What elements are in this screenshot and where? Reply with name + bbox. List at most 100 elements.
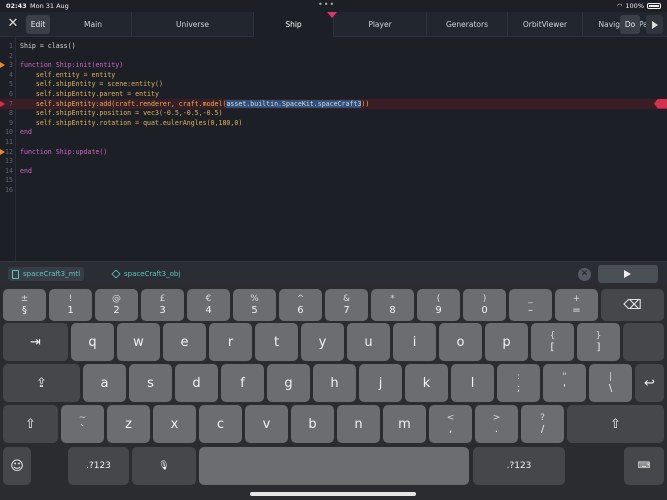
code-line[interactable]: 9 self.shipEntity.rotation = quat.eulerA… [0,118,667,128]
breakpoint-marker-icon[interactable] [0,62,5,69]
key-bracket-1[interactable]: }] [577,323,620,361]
key-x[interactable]: x [153,405,196,443]
dictation-key[interactable]: 🎙 [132,447,196,485]
tab-universe[interactable]: Universe [132,12,254,37]
key-glyphs: £3 [159,294,165,316]
do-button[interactable]: Do [620,15,640,34]
key-f[interactable]: f [221,364,264,402]
code-line[interactable]: 16 [0,185,667,195]
key-tilde[interactable]: ~ ` [61,405,104,443]
code-line[interactable]: 12 function Ship:update() [0,147,667,157]
code-line[interactable]: 14 end [0,166,667,176]
key-e[interactable]: e [163,323,206,361]
code-line[interactable]: 3 function Ship:init(entity) [0,60,667,70]
code-line[interactable]: 2 [0,51,667,61]
blank-key[interactable] [623,323,664,361]
numbers-key-left[interactable]: .?123 [68,447,129,485]
key-num-9[interactable]: (9 [417,289,460,321]
tab-ship[interactable]: Ship [254,12,337,37]
key-num-12[interactable]: + = [555,289,598,321]
tab-main[interactable]: Main [55,12,132,37]
key-j[interactable]: j [359,364,402,402]
key-q[interactable]: q [71,323,114,361]
key-b[interactable]: b [291,405,334,443]
clear-icon[interactable]: ✕ [578,268,591,281]
key-z[interactable]: z [107,405,150,443]
code-line[interactable]: 7 self.shipEntity:add(craft.renderer, cr… [0,98,667,109]
tab-orbitviewer[interactable]: OrbitViewer [508,12,583,37]
error-marker-icon[interactable] [654,98,667,109]
key-r[interactable]: r [209,323,252,361]
tab-generators[interactable]: Generators [427,12,508,37]
key-w[interactable]: w [117,323,160,361]
code-line[interactable]: 4 self.entity = entity [0,70,667,80]
backspace-key[interactable]: ⌫ [601,289,664,321]
key-num-1[interactable]: ! 1 [49,289,92,321]
code-editor[interactable]: 1 Ship = class() 2 3 function Ship:init(enti… [0,37,667,261]
key-num-7[interactable]: & 7 [325,289,368,321]
key-num-8[interactable]: * 8 [371,289,414,321]
key-punct-1[interactable]: " ' [543,364,586,402]
key-d[interactable]: d [175,364,218,402]
key-h[interactable]: h [313,364,356,402]
key-y[interactable]: y [301,323,344,361]
key-u[interactable]: u [347,323,390,361]
key-m[interactable]: m [383,405,426,443]
breakpoint-marker-icon[interactable] [0,100,5,107]
key-a[interactable]: a [83,364,126,402]
tab-player[interactable]: Player [334,12,427,37]
key-num-3[interactable]: £3 [141,289,184,321]
key-punct3-1[interactable]: >. [475,405,518,443]
key-punct-2[interactable]: | \ [589,364,632,402]
shift-left-key[interactable]: ⇧ [3,405,58,443]
key-l[interactable]: l [451,364,494,402]
key-g[interactable]: g [267,364,310,402]
key-num-10[interactable]: ) 0 [463,289,506,321]
edit-button[interactable]: Edit [26,15,50,34]
close-icon[interactable]: ✕ [4,15,22,33]
code-line[interactable]: 10 end [0,127,667,137]
key-num-0[interactable]: ± § [3,289,46,321]
multitasking-dots-icon[interactable]: ••• [318,0,335,9]
key-num-11[interactable]: _ – [509,289,552,321]
key-num-5[interactable]: % 5 [233,289,276,321]
key-num-2[interactable]: @2 [95,289,138,321]
key-n[interactable]: n [337,405,380,443]
space-key[interactable] [199,447,469,485]
run-button[interactable] [598,265,658,283]
asset-obj[interactable]: spaceCraft3_obj [108,267,184,281]
key-k[interactable]: k [405,364,448,402]
key-bracket-0[interactable]: {[ [531,323,574,361]
key-punct-0[interactable]: :; [497,364,540,402]
key-v[interactable]: v [245,405,288,443]
key-punct3-0[interactable]: <, [429,405,472,443]
key-num-6[interactable]: ^ 6 [279,289,322,321]
code-line[interactable]: 13 [0,156,667,166]
onscreen-keyboard: ± §! 1 @2 £3 €4% 5 ^ 6 & 7 * 8(9) 0 _ – + = ⌫ ⇥ q w e r t y u i o p{[… [0,285,667,500]
code-line[interactable]: 11 [0,137,667,147]
key-o[interactable]: o [439,323,482,361]
key-p[interactable]: p [485,323,528,361]
tab-key[interactable]: ⇥ [3,323,68,361]
breakpoint-marker-icon[interactable] [0,148,5,155]
code-line[interactable]: 5 self.shipEntity = scene:entity() [0,79,667,89]
emoji-key[interactable]: ☺ [3,447,31,485]
key-i[interactable]: i [393,323,436,361]
key-t[interactable]: t [255,323,298,361]
key-s[interactable]: s [129,364,172,402]
play-icon[interactable] [646,15,663,34]
code-line[interactable]: 8 self.shipEntity.position = vec3(-0.5,-… [0,108,667,118]
code-line[interactable]: 15 [0,175,667,185]
shift-right-key[interactable]: ⇧ [567,405,664,443]
selected-text[interactable]: asset.builtin.SpaceKit.spaceCraft3 [226,99,362,108]
asset-mtl[interactable]: spaceCraft3_mtl [8,267,85,281]
key-num-4[interactable]: €4 [187,289,230,321]
code-line[interactable]: 6 self.shipEntity.parent = entity [0,89,667,99]
key-punct3-2[interactable]: ? / [521,405,564,443]
caps-lock-key[interactable]: ⇪ [3,364,80,402]
code-line[interactable]: 1 Ship = class() [0,41,667,51]
numbers-key-right[interactable]: .?123 [473,447,565,485]
dismiss-keyboard-key[interactable]: ⌨ [624,447,664,485]
key-c[interactable]: c [199,405,242,443]
return-key[interactable]: ↩ [635,364,664,402]
